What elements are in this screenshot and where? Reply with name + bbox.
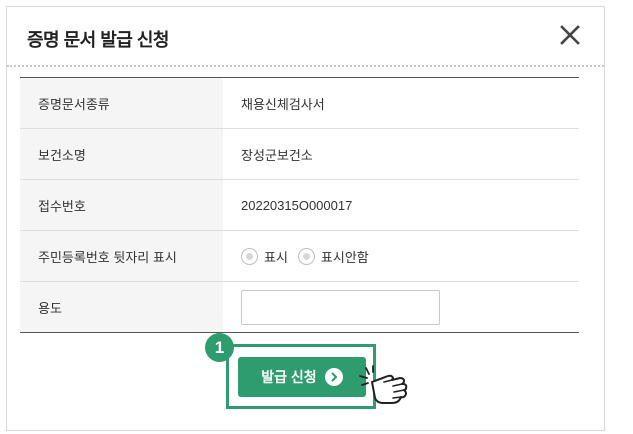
submit-button-label: 발급 신청 <box>261 369 317 385</box>
radio-dot <box>246 252 253 260</box>
health-center-label: 보건소명 <box>20 129 223 179</box>
radio-show[interactable]: 표시 <box>241 247 288 266</box>
purpose-value-cell <box>223 282 579 332</box>
form-row-receipt-number: 접수번호 20220315O000017 <box>20 180 579 231</box>
form-row-document-type: 증명문서종류 채용신체검사서 <box>20 78 579 129</box>
request-form-table: 증명문서종류 채용신체검사서 보건소명 장성군보건소 접수번호 20220315… <box>20 77 579 333</box>
form-row-purpose: 용도 <box>20 282 579 333</box>
header-divider <box>7 65 604 67</box>
radio-hide-circle[interactable] <box>297 247 315 265</box>
radio-dot <box>302 252 310 260</box>
purpose-label: 용도 <box>20 282 223 332</box>
radio-hide[interactable]: 표시안함 <box>297 247 369 266</box>
close-icon <box>560 25 580 45</box>
id-display-radio-group: 표시 표시안함 <box>241 247 379 266</box>
dialog-title: 증명 문서 발급 신청 <box>27 30 169 50</box>
submit-request-button[interactable]: 발급 신청 <box>238 357 366 397</box>
health-center-value: 장성군보건소 <box>241 147 313 163</box>
id-display-options: 표시 표시안함 <box>223 231 579 281</box>
document-type-label: 증명문서종류 <box>20 78 223 128</box>
step-number-badge: 1 <box>205 333 234 362</box>
id-display-label: 주민등록번호 뒷자리 표시 <box>20 231 223 281</box>
radio-show-label: 표시 <box>264 249 288 265</box>
form-row-id-display: 주민등록번호 뒷자리 표시 표시 표시안함 <box>20 231 579 282</box>
dialog-header: 증명 문서 발급 신청 <box>7 7 604 67</box>
chevron-right-circle-icon <box>324 368 343 386</box>
radio-hide-label: 표시안함 <box>320 249 369 265</box>
form-row-health-center: 보건소명 장성군보건소 <box>20 129 579 180</box>
purpose-input[interactable] <box>241 289 440 325</box>
receipt-number-value: 20220315O000017 <box>241 197 353 213</box>
close-button[interactable] <box>558 23 582 47</box>
receipt-number-label: 접수번호 <box>20 180 223 230</box>
radio-show-circle[interactable] <box>241 247 258 265</box>
document-type-value: 채용신체검사서 <box>241 96 325 112</box>
pointing-hand-icon <box>359 365 408 404</box>
